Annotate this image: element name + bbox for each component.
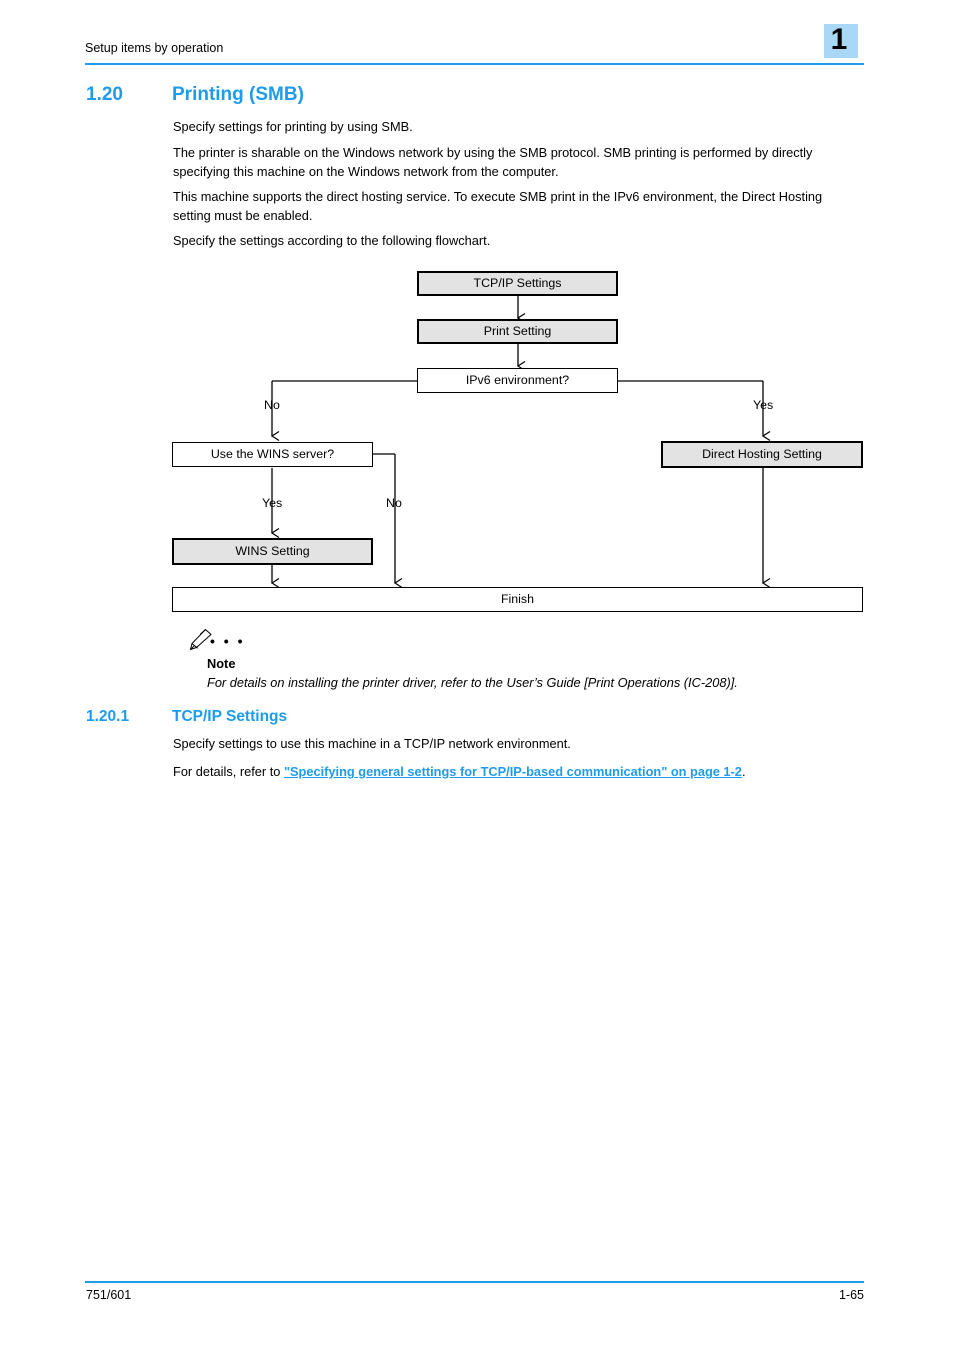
note-dots: • • • [210,633,245,649]
footer-rule [85,1281,864,1283]
flow-node-label: Print Setting [483,324,552,339]
footer-model: 751/601 [86,1288,132,1302]
document-page: Setup items by operation 1 1.20 Printing… [0,0,954,1350]
flow-node-label: Finish [500,592,535,607]
section-number: 1.20 [86,84,123,105]
flow-node-direct-hosting-setting: Direct Hosting Setting [661,441,863,468]
reference-prefix: For details, refer to [173,764,284,779]
flow-node-label: Direct Hosting Setting [702,447,822,462]
footer-page-number: 1-65 [838,1288,864,1302]
subsection-paragraph: Specify settings to use this machine in … [173,736,571,751]
header-rule [85,63,864,65]
paragraph-sharable: The printer is sharable on the Windows n… [173,145,813,179]
cross-reference-link[interactable]: "Specifying general settings for TCP/IP-… [284,764,742,779]
paragraph-intro: Specify settings for printing by using S… [173,119,413,134]
flow-node-label: Use the WINS server? [210,447,335,462]
flow-node-label: WINS Setting [235,544,310,559]
flow-branch-label-ipv6-yes: Yes [753,398,774,412]
note-body: For details on installing the printer dr… [207,675,738,690]
flow-branch-label-wins-yes: Yes [262,496,283,510]
flow-node-wins-setting: WINS Setting [172,538,373,565]
reference-suffix: . [741,764,746,779]
page-title: Printing (SMB) [172,84,304,105]
note-title: Note [207,656,236,671]
flow-branch-label-wins-no: No [386,496,402,510]
subsection-reference-line: For details, refer to "Specifying genera… [173,762,863,781]
paragraph-flowchart-intro: Specify the settings according to the fo… [173,233,491,248]
flow-node-label: TCP/IP Settings [473,276,562,291]
flow-node-use-wins-server: Use the WINS server? [172,442,373,467]
subsection-title: TCP/IP Settings [172,708,288,725]
paragraph-direct-hosting: This machine supports the direct hosting… [173,189,823,223]
flow-node-label: IPv6 environment? [465,373,570,388]
flow-node-print-setting: Print Setting [417,319,618,344]
chapter-number: 1 [830,23,848,56]
flow-branch-label-ipv6-no: No [264,398,280,412]
header-title: Setup items by operation [85,41,224,55]
flow-node-tcpip-settings: TCP/IP Settings [417,271,618,296]
flow-node-finish: Finish [172,587,863,612]
flow-node-ipv6-environment: IPv6 environment? [417,368,618,393]
subsection-number: 1.20.1 [86,708,130,725]
